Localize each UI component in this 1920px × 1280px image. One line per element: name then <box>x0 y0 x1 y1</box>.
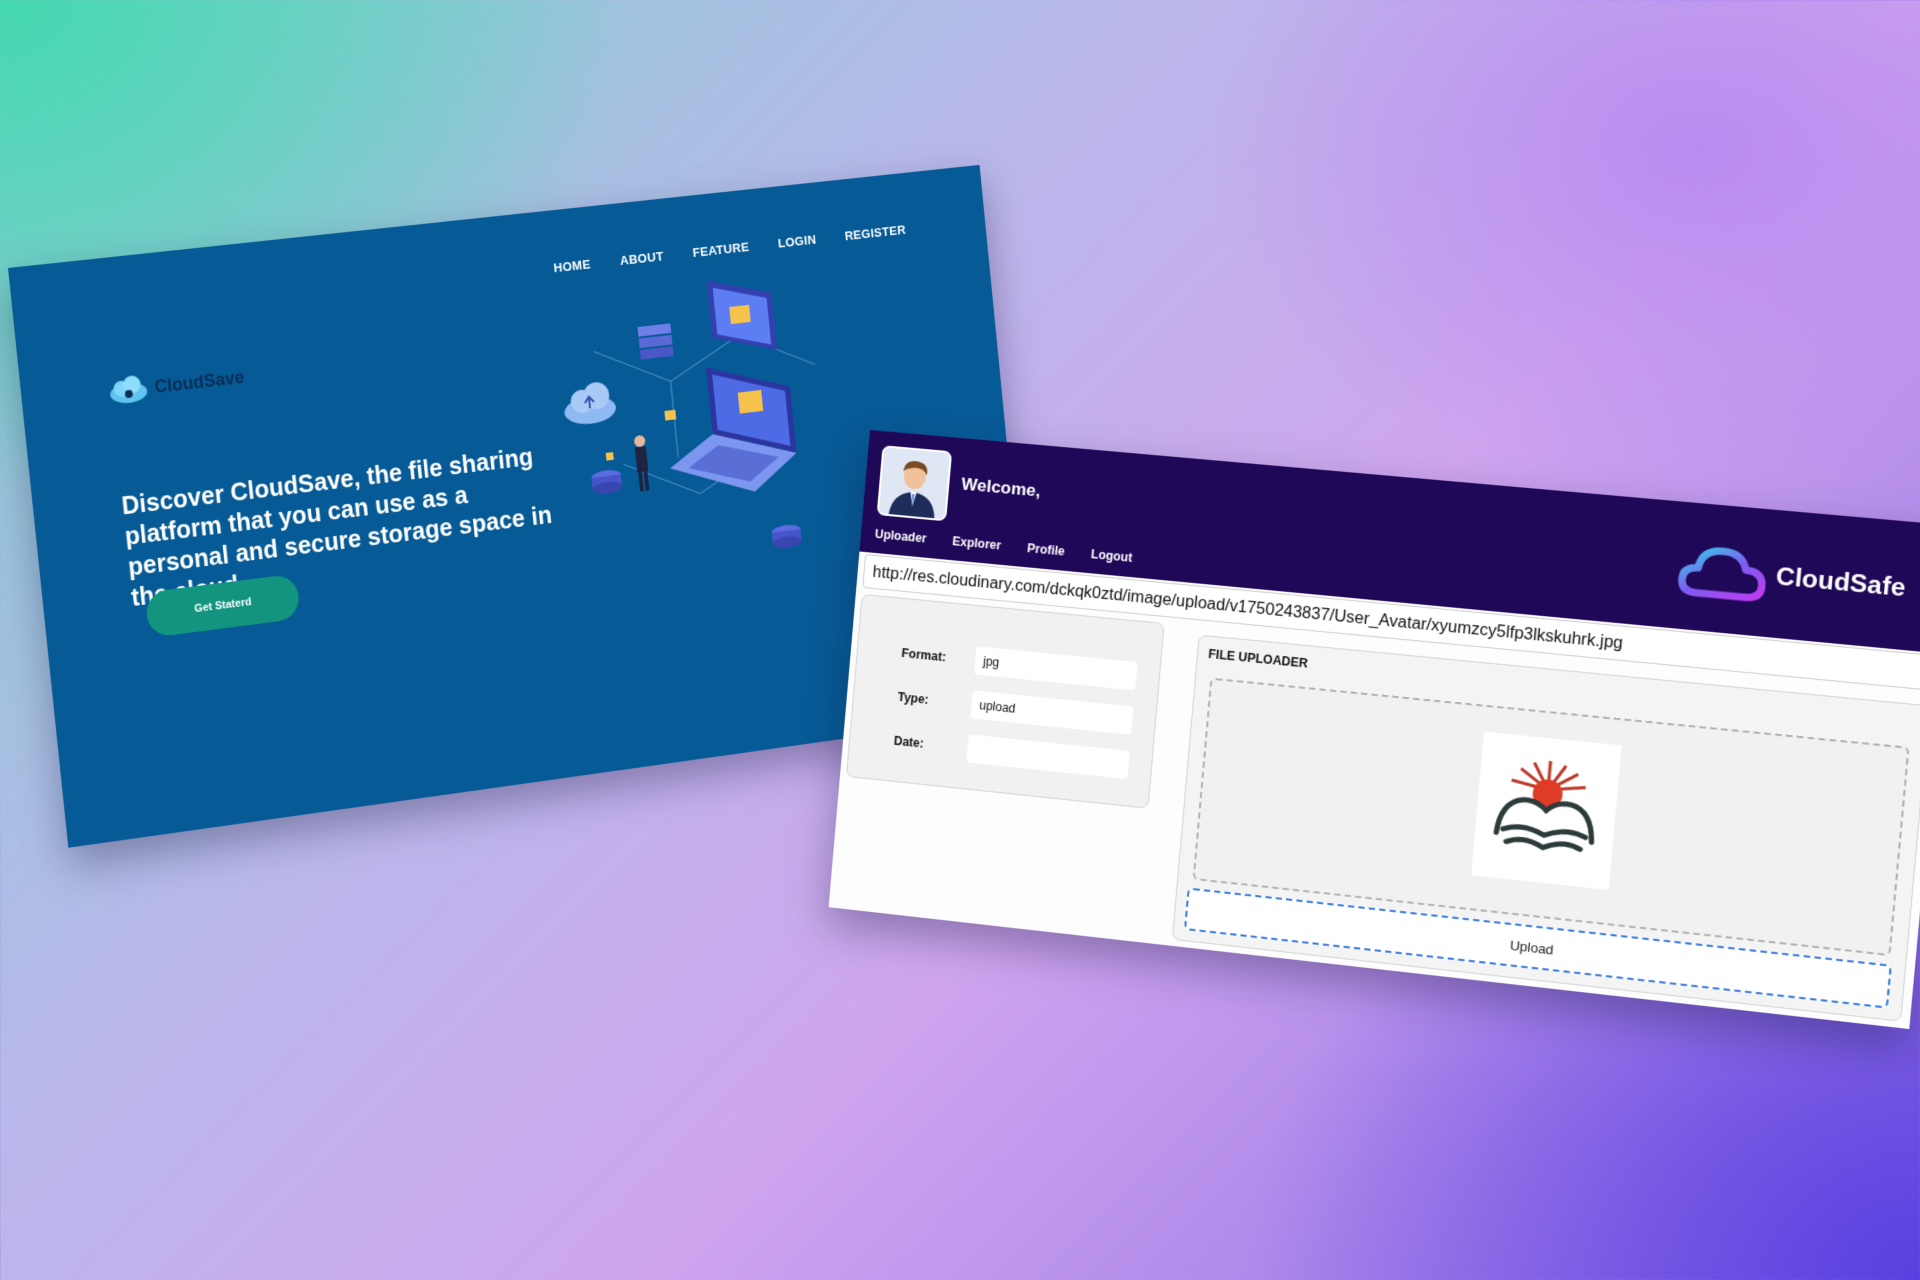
welcome-text: Welcome, <box>960 474 1042 501</box>
upload-cloud-icon <box>563 380 618 427</box>
nav-about[interactable]: ABOUT <box>619 249 664 268</box>
type-field[interactable]: upload <box>970 690 1134 735</box>
cloud-logo-icon <box>1676 539 1770 605</box>
nav-register[interactable]: REGISTER <box>844 222 907 243</box>
monitor-folder-icon <box>706 273 778 357</box>
sunrise-book-logo-icon <box>1471 732 1622 890</box>
brand-name: CloudSafe <box>1774 562 1907 603</box>
format-row: Format: jpg <box>900 639 1138 691</box>
cloudsafe-app-window: Welcome, Uploader Explorer Profile Logou… <box>828 430 1920 1030</box>
tab-logout[interactable]: Logout <box>1090 547 1132 565</box>
format-field[interactable]: jpg <box>973 646 1138 691</box>
user-avatar[interactable] <box>876 445 953 522</box>
uploader-title: FILE UPLOADER <box>1207 646 1309 671</box>
nav-login[interactable]: LOGIN <box>777 232 817 250</box>
type-label: Type: <box>897 689 930 707</box>
database-icon <box>771 523 803 550</box>
tab-uploader[interactable]: Uploader <box>874 527 927 546</box>
tab-explorer[interactable]: Explorer <box>952 534 1002 553</box>
flag-icon <box>664 409 677 421</box>
user-avatar-icon <box>878 447 951 520</box>
cloudsafe-logo[interactable]: CloudSafe <box>1676 539 1908 618</box>
cloud-logo-icon <box>109 374 149 405</box>
format-label: Format: <box>900 645 947 665</box>
cloudsave-logo[interactable]: CloudSave <box>107 362 246 407</box>
file-details-panel: Format: jpg Type: upload Date: <box>845 593 1165 809</box>
brand-name: CloudSave <box>153 366 246 397</box>
server-stack-icon <box>637 323 674 360</box>
date-field[interactable] <box>966 734 1130 780</box>
person-figure-icon <box>633 434 650 492</box>
type-row: Type: upload <box>897 683 1134 735</box>
nav-home[interactable]: HOME <box>553 257 591 275</box>
image-preview <box>1471 731 1622 890</box>
database-icon <box>590 468 623 496</box>
date-label: Date: <box>893 733 925 751</box>
file-uploader-panel: FILE UPLOADER Upload <box>1171 634 1920 1022</box>
laptop-folder-icon <box>667 358 800 502</box>
flag-icon <box>605 452 614 461</box>
cloud-storage-illustration <box>563 273 852 550</box>
date-row: Date: <box>893 727 1130 780</box>
tab-profile[interactable]: Profile <box>1027 541 1066 559</box>
